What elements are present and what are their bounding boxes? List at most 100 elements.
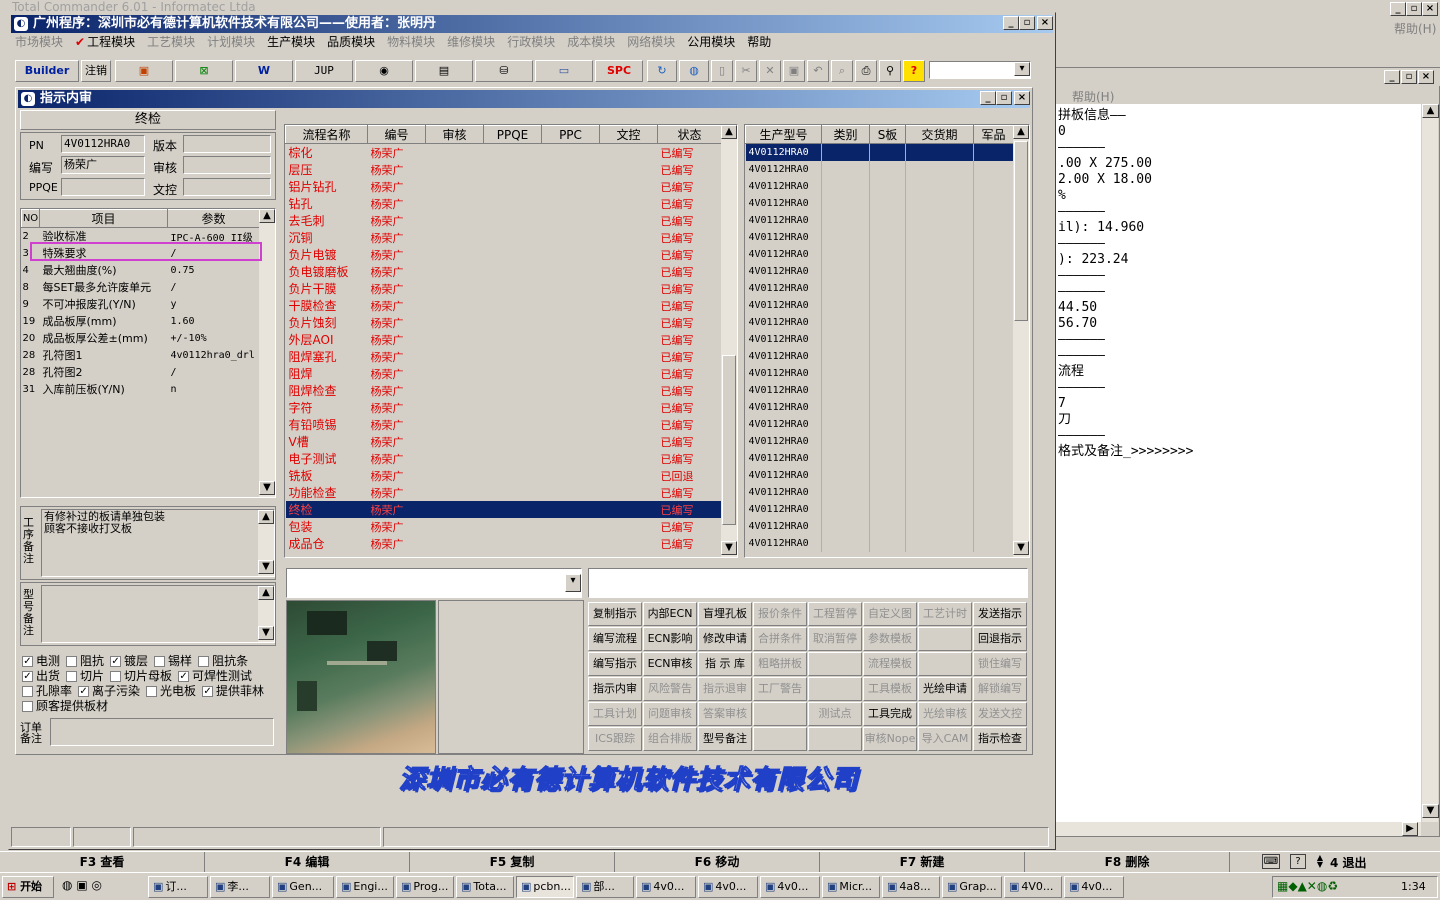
spin-icon[interactable]: ▲ ▼ bbox=[1314, 854, 1326, 869]
eye-icon[interactable]: ◉ bbox=[355, 60, 413, 82]
flow-row[interactable]: 干膜检查 杨荣广 已编写 bbox=[286, 297, 722, 314]
flow-row[interactable]: 负片干膜 杨荣广 已编写 bbox=[286, 280, 722, 297]
delete-icon[interactable]: ✕ bbox=[759, 60, 781, 82]
model-row[interactable]: 4V0112HRA0 bbox=[745, 279, 1014, 297]
f7-new-button[interactable]: F7 新建 bbox=[820, 852, 1025, 872]
menu-item-11[interactable]: 公用模块 bbox=[687, 35, 735, 49]
network-icon[interactable]: ⛁ bbox=[475, 60, 533, 82]
action-button[interactable]: 指示内审 bbox=[588, 677, 642, 701]
logout-button[interactable]: 注销 bbox=[81, 60, 111, 82]
model-scrollbar[interactable]: ▲ ▼ bbox=[1013, 125, 1029, 557]
flow-row[interactable]: 终检 杨荣广 已编写 bbox=[285, 501, 722, 518]
action-button[interactable]: ECN审核 bbox=[643, 652, 697, 676]
checkbox-item[interactable]: 孔隙率 bbox=[22, 684, 72, 698]
param-row[interactable]: 19 成品板厚(mm) 1.60 bbox=[22, 313, 260, 330]
action-button[interactable]: 盲埋孔板 bbox=[698, 602, 752, 626]
order-note-field[interactable] bbox=[50, 718, 274, 746]
action-button[interactable]: 工艺计时 bbox=[918, 602, 972, 626]
action-button[interactable]: 风险警告 bbox=[643, 677, 697, 701]
task-button[interactable]: ▣ 4V0... bbox=[1004, 876, 1062, 898]
action-button[interactable]: 发送指示 bbox=[973, 602, 1027, 626]
checked-box-icon[interactable]: ✓ bbox=[22, 656, 33, 667]
f4-edit-button[interactable]: F4 编辑 bbox=[205, 852, 410, 872]
action-button[interactable]: 发送文控 bbox=[973, 702, 1027, 726]
flow-row[interactable]: 成品仓 杨荣广 已编写 bbox=[286, 535, 722, 552]
task-button[interactable]: ▣ 部... bbox=[576, 876, 634, 898]
action-button[interactable]: 工程暂停 bbox=[808, 602, 862, 626]
menu-item-4[interactable]: 生产模块 bbox=[267, 35, 315, 49]
flow-row[interactable]: 去毛刺 杨荣广 已编写 bbox=[286, 212, 722, 229]
param-row[interactable]: 20 成品板厚公差±(mm) +/-10% bbox=[22, 330, 260, 347]
menu-item-8[interactable]: 行政模块 bbox=[507, 35, 555, 49]
spc-button[interactable]: SPC bbox=[595, 60, 643, 82]
param-header-no[interactable]: NO bbox=[21, 209, 40, 228]
unchecked-box-icon[interactable] bbox=[22, 686, 33, 697]
flow-header-0[interactable]: 流程名称 bbox=[285, 125, 368, 144]
flow-header-3[interactable]: PPQE bbox=[483, 125, 542, 144]
model-row[interactable]: 4V0112HRA0 bbox=[745, 228, 1014, 246]
checkbox-item[interactable]: ✓ 电测 bbox=[22, 654, 60, 668]
task-button[interactable]: ▣ 4a8... bbox=[882, 876, 940, 898]
ppt-icon[interactable]: ▣ bbox=[115, 60, 173, 82]
flow-row[interactable]: 包装 杨荣广 已编写 bbox=[286, 518, 722, 535]
model-row[interactable]: 4V0112HRA0 bbox=[745, 517, 1014, 535]
action-button[interactable]: 问题审核 bbox=[643, 702, 697, 726]
action-button[interactable]: 合拼条件 bbox=[753, 627, 807, 651]
excel-icon[interactable]: ⊠ bbox=[175, 60, 233, 82]
action-button[interactable]: 导入CAM bbox=[918, 727, 972, 751]
model-row[interactable]: 4V0112HRA0 bbox=[745, 466, 1014, 484]
task-button[interactable]: ▣ 4v0... bbox=[1064, 876, 1124, 898]
model-row[interactable]: 4V0112HRA0 bbox=[745, 534, 1014, 552]
menu-item-2[interactable]: 工艺模块 bbox=[147, 35, 195, 49]
flow-row[interactable]: 外层AOI 杨荣广 已编写 bbox=[286, 331, 722, 348]
f8-delete-button[interactable]: F8 删除 bbox=[1025, 852, 1230, 872]
action-button[interactable]: 光绘申请 bbox=[918, 677, 972, 701]
action-button[interactable]: 光绘审核 bbox=[918, 702, 972, 726]
action-button[interactable]: 型号备注 bbox=[698, 727, 752, 751]
action-button[interactable]: 报价条件 bbox=[753, 602, 807, 626]
new-doc-icon[interactable]: ▯ bbox=[711, 60, 733, 82]
model-row[interactable]: 4V0112HRA0 bbox=[745, 381, 1014, 399]
preview-icon[interactable]: ⌕ bbox=[831, 60, 853, 82]
action-button[interactable]: ICS跟踪 bbox=[588, 727, 642, 751]
param-row[interactable]: 4 最大翘曲度(%) 0.75 bbox=[22, 262, 260, 279]
flow-row[interactable]: 铣板 杨荣广 已回退 bbox=[286, 467, 722, 484]
action-button[interactable]: 工厂警告 bbox=[753, 677, 807, 701]
task-button[interactable]: ▣ Tota... bbox=[456, 876, 514, 898]
action-button[interactable]: ECN影响 bbox=[643, 627, 697, 651]
task-button[interactable]: ▣ Gen... bbox=[272, 876, 334, 898]
computer-icon[interactable]: ▭ bbox=[535, 60, 593, 82]
model-row[interactable]: 4V0112HRA0 bbox=[745, 364, 1014, 382]
f6-move-button[interactable]: F6 移动 bbox=[615, 852, 820, 872]
bg-max-button[interactable]: ▫ bbox=[1406, 2, 1422, 16]
flow-row[interactable]: 负片蚀刻 杨荣广 已编写 bbox=[286, 314, 722, 331]
bg-help-menu[interactable]: 帮助(H) bbox=[1394, 20, 1436, 37]
viewer-help-menu[interactable]: 帮助(H) bbox=[1072, 88, 1114, 105]
flow-row[interactable]: 字符 杨荣广 已编写 bbox=[286, 399, 722, 416]
unchecked-box-icon[interactable] bbox=[154, 656, 166, 667]
flow-row[interactable]: 棕化 杨荣广 已编写 bbox=[286, 144, 722, 162]
checkbox-item[interactable]: 阻抗条 bbox=[198, 654, 248, 668]
menu-item-0[interactable]: 市场模块 bbox=[15, 35, 63, 49]
action-button[interactable]: 指 示 库 bbox=[698, 652, 752, 676]
action-button[interactable] bbox=[753, 702, 807, 726]
exit-button[interactable]: 4 退出 bbox=[1330, 854, 1367, 871]
model-row[interactable]: 4V0112HRA0 bbox=[745, 330, 1014, 348]
ie-icon[interactable]: ◍ bbox=[62, 878, 72, 892]
action-button[interactable]: 工具模板 bbox=[863, 677, 917, 701]
chevron-down-icon[interactable]: ▾ bbox=[1014, 62, 1030, 76]
task-button[interactable]: ▣ 4v0... bbox=[698, 876, 758, 898]
action-button[interactable]: 指示检查 bbox=[973, 727, 1027, 751]
model-header-2[interactable]: S板 bbox=[869, 125, 906, 144]
toolbar-combo[interactable]: ▾ bbox=[929, 61, 1031, 79]
flow-row[interactable]: 沉铜 杨荣广 已编写 bbox=[286, 229, 722, 246]
param-row[interactable]: 28 孔符图2 / bbox=[22, 364, 260, 381]
task-button[interactable]: ▣ Engi... bbox=[336, 876, 394, 898]
model-header-4[interactable]: 军品 bbox=[973, 125, 1014, 144]
action-button[interactable]: 复制指示 bbox=[588, 602, 642, 626]
checkbox-item[interactable]: 顾客提供板材 bbox=[22, 699, 108, 713]
desktop-icon[interactable]: ▣ bbox=[76, 878, 87, 892]
unchecked-box-icon[interactable] bbox=[66, 671, 78, 682]
checkbox-item[interactable]: 切片母板 bbox=[110, 669, 172, 683]
checkbox-item[interactable]: ✓ 离子污染 bbox=[78, 684, 140, 698]
